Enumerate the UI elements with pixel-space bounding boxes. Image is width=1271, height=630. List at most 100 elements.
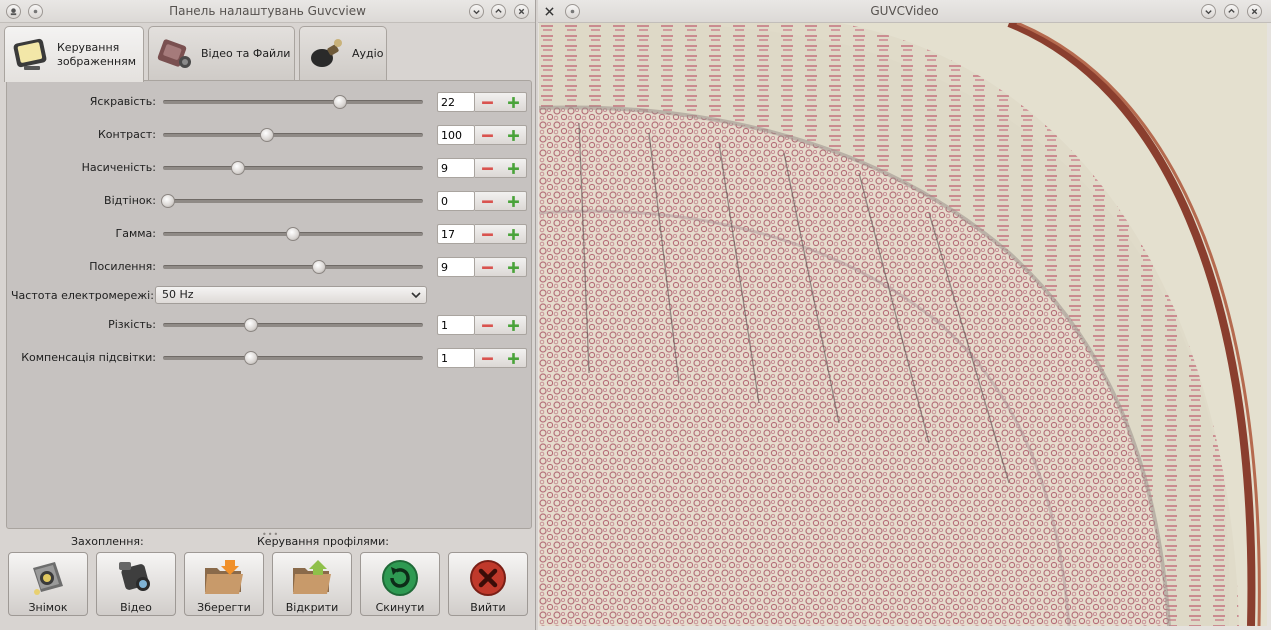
backlight-compensation-input[interactable] <box>437 348 475 368</box>
control-row-gain: Посилення: <box>7 256 533 278</box>
minus-icon <box>482 323 494 327</box>
maximize-icon[interactable] <box>491 4 506 19</box>
plus-icon <box>507 228 519 240</box>
folder-open-icon <box>293 560 331 594</box>
snapshot-button-label: Знімок <box>28 601 68 614</box>
sharpness-input[interactable] <box>437 315 475 335</box>
contrast-slider[interactable] <box>163 128 423 142</box>
hue-decrease-button[interactable] <box>475 192 501 210</box>
brightness-increase-button[interactable] <box>501 93 527 111</box>
backlight-compensation-slider-handle[interactable] <box>244 351 259 365</box>
gain-slider-handle[interactable] <box>312 260 326 274</box>
backlight-compensation-slider[interactable] <box>163 351 423 365</box>
powerline-frequency-label: Частота електромережі: <box>11 289 154 302</box>
reset-button[interactable]: Скинути <box>360 552 440 616</box>
backlight-compensation-spinbox <box>437 347 527 368</box>
gamma-label: Гамма: <box>115 227 157 240</box>
quit-button[interactable]: Вийти <box>448 552 528 616</box>
plus-icon <box>507 319 519 331</box>
sharpness-decrease-button[interactable] <box>475 316 501 334</box>
saturation-slider-handle[interactable] <box>231 161 246 175</box>
close-circle-icon <box>470 560 506 596</box>
plus-icon <box>507 352 519 364</box>
tab-video-files[interactable]: Відео та Файли <box>148 26 295 80</box>
open-profile-button[interactable]: Відкрити <box>272 552 352 616</box>
control-row-gamma: Гамма: <box>7 223 533 245</box>
video-record-button-label: Відео <box>120 601 152 614</box>
contrast-input[interactable] <box>437 125 475 145</box>
minus-icon <box>482 133 494 137</box>
saturation-input[interactable] <box>437 158 475 178</box>
brightness-input[interactable] <box>437 92 475 112</box>
camera-preview <box>539 23 1267 626</box>
chevron-down-icon <box>411 292 421 299</box>
sharpness-increase-button[interactable] <box>501 316 527 334</box>
control-row-saturation: Насиченість: <box>7 157 533 179</box>
sharpness-slider[interactable] <box>163 318 423 332</box>
profiles-section-label: Керування профілями: <box>257 535 389 548</box>
gamma-slider-handle[interactable] <box>286 227 300 241</box>
control-row-brightness: Яскравість: <box>7 91 533 113</box>
backlight-compensation-decrease-button[interactable] <box>475 349 501 367</box>
gain-decrease-button[interactable] <box>475 258 501 276</box>
brightness-slider[interactable] <box>163 95 423 109</box>
snapshot-button[interactable]: Знімок <box>8 552 88 616</box>
video-titlebar[interactable]: GUVCVideo <box>538 0 1271 23</box>
brightness-slider-handle[interactable] <box>332 95 347 109</box>
photo-camera-icon <box>33 562 63 595</box>
sharpness-slider-handle[interactable] <box>244 318 259 332</box>
settings-titlebar[interactable]: Панель налаштувань Guvcview <box>0 0 535 23</box>
minus-icon <box>482 166 494 170</box>
hue-slider[interactable] <box>161 194 423 208</box>
minus-icon <box>482 232 494 236</box>
minimize-icon[interactable] <box>1201 4 1216 19</box>
video-window: GUVCVideo <box>538 0 1271 630</box>
saturation-spinbox <box>437 157 527 178</box>
contrast-slider-handle[interactable] <box>260 128 274 142</box>
gamma-increase-button[interactable] <box>501 225 527 243</box>
brightness-decrease-button[interactable] <box>475 93 501 111</box>
hue-input[interactable] <box>437 191 475 211</box>
folder-save-icon <box>205 560 243 594</box>
gain-slider[interactable] <box>163 260 423 274</box>
tab-image-controls-label-line2: зображенням <box>57 54 137 68</box>
gamma-decrease-button[interactable] <box>475 225 501 243</box>
control-row-backlight-compensation: Компенсація підсвітки: <box>7 347 533 369</box>
backlight-compensation-label: Компенсація підсвітки: <box>21 351 156 364</box>
save-profile-button-label: Зберегти <box>197 601 251 614</box>
maximize-icon[interactable] <box>1224 4 1239 19</box>
hue-slider-handle[interactable] <box>161 194 176 208</box>
plus-icon <box>507 261 519 273</box>
sharpness-label: Різкість: <box>108 318 156 331</box>
tab-image-controls[interactable]: Керування зображенням <box>4 26 144 82</box>
contrast-increase-button[interactable] <box>501 126 527 144</box>
microscope-image <box>539 23 1267 626</box>
saturation-decrease-button[interactable] <box>475 159 501 177</box>
settings-tabbar: Керування зображенням Відео та Файли Ауд… <box>4 26 534 82</box>
video-record-button[interactable]: Відео <box>96 552 176 616</box>
save-profile-button[interactable]: Зберегти <box>184 552 264 616</box>
powerline-frequency-row: Частота електромережі: 50 Hz <box>7 286 533 306</box>
tab-audio[interactable]: Аудіо <box>299 26 387 80</box>
control-row-contrast: Контраст: <box>7 124 533 146</box>
gain-input[interactable] <box>437 257 475 277</box>
saturation-increase-button[interactable] <box>501 159 527 177</box>
minus-icon <box>482 265 494 269</box>
contrast-decrease-button[interactable] <box>475 126 501 144</box>
gamma-slider[interactable] <box>163 227 423 241</box>
minus-icon <box>482 356 494 360</box>
minimize-icon[interactable] <box>469 4 484 19</box>
gain-increase-button[interactable] <box>501 258 527 276</box>
contrast-spinbox <box>437 124 527 145</box>
gamma-input[interactable] <box>437 224 475 244</box>
gain-spinbox <box>437 256 527 277</box>
saturation-slider[interactable] <box>163 161 423 175</box>
capture-section-label: Захоплення: <box>71 535 144 548</box>
close-icon[interactable] <box>514 4 529 19</box>
hue-spinbox <box>437 190 527 211</box>
backlight-compensation-increase-button[interactable] <box>501 349 527 367</box>
minus-icon <box>482 100 494 104</box>
hue-increase-button[interactable] <box>501 192 527 210</box>
powerline-frequency-select[interactable]: 50 Hz <box>155 286 427 304</box>
close-icon[interactable] <box>1247 4 1262 19</box>
